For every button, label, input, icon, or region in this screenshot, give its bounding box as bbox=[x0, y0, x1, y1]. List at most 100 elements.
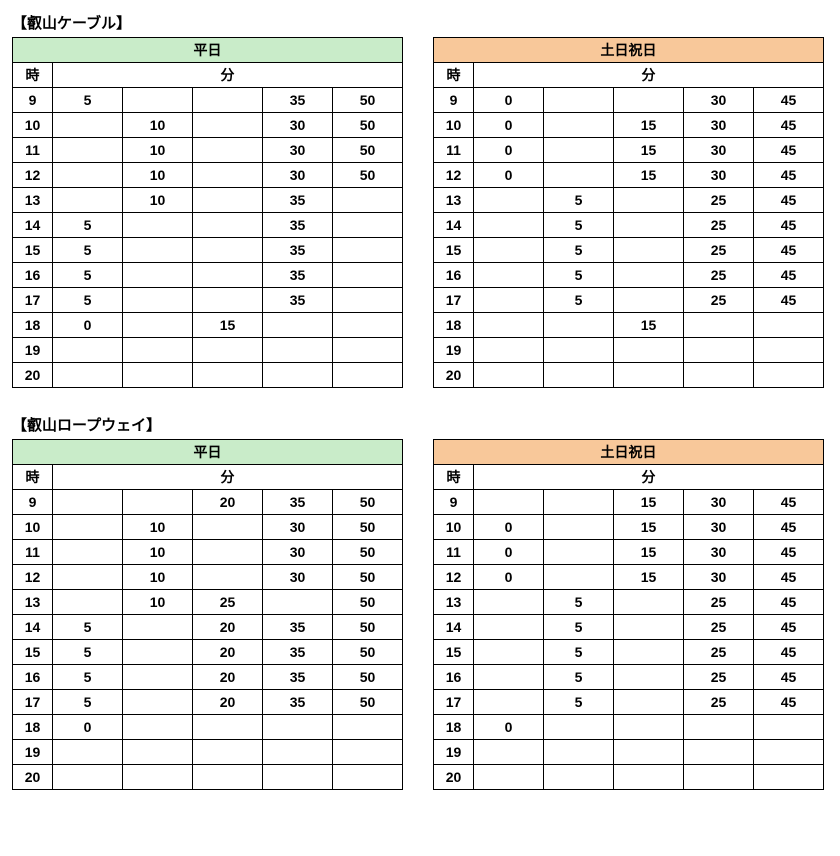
minute-cell bbox=[53, 363, 123, 388]
minute-cell bbox=[684, 363, 754, 388]
table-row: 1752545 bbox=[434, 288, 824, 313]
timetable-holiday: 土日祝日時分9030451001530451101530451201530451… bbox=[433, 37, 824, 388]
minute-cell bbox=[614, 88, 684, 113]
minute-cell: 35 bbox=[263, 665, 333, 690]
table-row: 10103050 bbox=[13, 515, 403, 540]
minute-cell: 50 bbox=[333, 138, 403, 163]
hour-header: 時 bbox=[434, 63, 474, 88]
minute-cell: 30 bbox=[263, 138, 333, 163]
minute-cell: 50 bbox=[333, 590, 403, 615]
table-row: 20 bbox=[13, 363, 403, 388]
minute-cell: 45 bbox=[754, 590, 824, 615]
minute-cell: 0 bbox=[53, 715, 123, 740]
minute-cell: 20 bbox=[193, 490, 263, 515]
minute-cell bbox=[333, 313, 403, 338]
minute-cell: 30 bbox=[263, 540, 333, 565]
table-row: 180 bbox=[13, 715, 403, 740]
minute-cell: 30 bbox=[684, 88, 754, 113]
minute-cell: 5 bbox=[53, 640, 123, 665]
minute-cell bbox=[474, 615, 544, 640]
minute-cell bbox=[123, 640, 193, 665]
hour-cell: 16 bbox=[434, 263, 474, 288]
minute-cell: 50 bbox=[333, 88, 403, 113]
hour-cell: 20 bbox=[13, 765, 53, 790]
table-row: 1652545 bbox=[434, 263, 824, 288]
minute-cell bbox=[123, 765, 193, 790]
hour-cell: 16 bbox=[13, 665, 53, 690]
minute-cell bbox=[53, 540, 123, 565]
minute-cell bbox=[474, 765, 544, 790]
minute-cell bbox=[193, 515, 263, 540]
minute-cell bbox=[544, 540, 614, 565]
minute-cell: 45 bbox=[754, 515, 824, 540]
hour-cell: 19 bbox=[13, 740, 53, 765]
minute-cell bbox=[614, 288, 684, 313]
hour-cell: 11 bbox=[434, 138, 474, 163]
minute-cell: 25 bbox=[684, 188, 754, 213]
minute-cell bbox=[333, 288, 403, 313]
minute-cell bbox=[193, 163, 263, 188]
minute-cell bbox=[544, 715, 614, 740]
minute-cell: 15 bbox=[614, 163, 684, 188]
minute-cell bbox=[193, 263, 263, 288]
minute-cell: 20 bbox=[193, 665, 263, 690]
minute-cell: 35 bbox=[263, 288, 333, 313]
minute-cell: 50 bbox=[333, 113, 403, 138]
table-row: 20 bbox=[434, 363, 824, 388]
minute-cell bbox=[53, 338, 123, 363]
minute-cell bbox=[333, 338, 403, 363]
minute-cell bbox=[193, 740, 263, 765]
minute-cell bbox=[333, 715, 403, 740]
minute-cell: 25 bbox=[684, 263, 754, 288]
hour-cell: 12 bbox=[13, 163, 53, 188]
minute-cell: 25 bbox=[684, 665, 754, 690]
minute-cell bbox=[754, 313, 824, 338]
table-row: 100153045 bbox=[434, 515, 824, 540]
minute-cell: 45 bbox=[754, 665, 824, 690]
minute-cell: 45 bbox=[754, 113, 824, 138]
table-row: 120153045 bbox=[434, 163, 824, 188]
minute-cell: 25 bbox=[684, 690, 754, 715]
table-row: 15535 bbox=[13, 238, 403, 263]
minute-cell: 25 bbox=[684, 288, 754, 313]
minute-cell: 0 bbox=[474, 515, 544, 540]
table-row: 145203550 bbox=[13, 615, 403, 640]
table-row: 110153045 bbox=[434, 138, 824, 163]
hour-cell: 12 bbox=[434, 565, 474, 590]
minute-cell: 35 bbox=[263, 640, 333, 665]
minute-cell bbox=[684, 338, 754, 363]
hour-cell: 19 bbox=[434, 338, 474, 363]
minute-cell bbox=[53, 490, 123, 515]
minute-cell: 30 bbox=[263, 515, 333, 540]
minute-cell bbox=[193, 238, 263, 263]
holiday-header: 土日祝日 bbox=[434, 38, 824, 63]
minute-cell: 45 bbox=[754, 263, 824, 288]
minute-cell: 30 bbox=[684, 515, 754, 540]
table-row: 1752545 bbox=[434, 690, 824, 715]
timetable-holiday: 土日祝日時分9153045100153045110153045120153045… bbox=[433, 439, 824, 790]
minute-cell bbox=[544, 163, 614, 188]
minute-cell bbox=[544, 490, 614, 515]
minute-cell bbox=[614, 740, 684, 765]
minute-cell bbox=[123, 740, 193, 765]
timetable-section: 【叡山ロープウェイ】平日時分92035501010305011103050121… bbox=[12, 414, 828, 790]
minute-cell bbox=[544, 363, 614, 388]
hour-cell: 13 bbox=[434, 590, 474, 615]
minute-cell bbox=[614, 213, 684, 238]
minute-cell: 50 bbox=[333, 163, 403, 188]
hour-cell: 14 bbox=[434, 615, 474, 640]
minute-cell: 15 bbox=[614, 565, 684, 590]
minute-cell bbox=[614, 590, 684, 615]
minute-cell bbox=[614, 690, 684, 715]
table-row: 1652545 bbox=[434, 665, 824, 690]
minute-cell bbox=[474, 363, 544, 388]
minute-cell bbox=[193, 188, 263, 213]
minute-cell: 15 bbox=[193, 313, 263, 338]
minute-cell: 10 bbox=[123, 113, 193, 138]
table-row: 100153045 bbox=[434, 113, 824, 138]
minute-cell bbox=[544, 765, 614, 790]
minute-cell: 45 bbox=[754, 238, 824, 263]
table-row: 19 bbox=[434, 740, 824, 765]
minute-cell: 5 bbox=[544, 288, 614, 313]
minute-cell: 0 bbox=[474, 565, 544, 590]
